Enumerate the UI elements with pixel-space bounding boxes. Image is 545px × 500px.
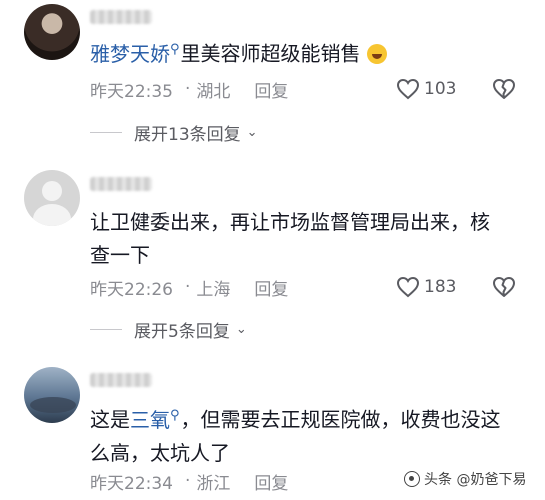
avatar[interactable] [24, 4, 80, 60]
comment-meta: 昨天22:26 · 上海 回复 183 [90, 273, 530, 301]
mention-link[interactable]: 三氧⚲ [130, 408, 181, 432]
avatar[interactable] [24, 367, 80, 423]
laugh-emoji-icon [366, 43, 387, 64]
username-blurred[interactable] [90, 177, 152, 191]
like-button[interactable]: 103 [396, 78, 456, 100]
timestamp: 昨天22:26 [90, 279, 173, 300]
mention-link[interactable]: 雅梦天娇⚲ [90, 42, 181, 66]
timestamp: 昨天22:35 [90, 81, 173, 102]
broken-heart-icon[interactable] [492, 78, 516, 100]
username-blurred[interactable] [90, 373, 152, 387]
reply-button[interactable]: 回复 [254, 275, 288, 300]
divider [90, 328, 122, 330]
username-blurred[interactable] [90, 10, 152, 24]
timestamp: 昨天22:34 [90, 473, 173, 494]
avatar[interactable] [24, 170, 80, 226]
location: 浙江 [196, 473, 231, 494]
like-count: 103 [424, 79, 457, 99]
toutiao-logo-icon [404, 471, 420, 487]
separator: · [185, 471, 191, 491]
comment-text: 雅梦天娇⚲里美容师超级能销售 [90, 33, 510, 71]
search-icon: ⚲ [170, 408, 180, 423]
default-avatar-head [42, 181, 62, 201]
expand-replies-button[interactable]: 展开13条回复 ⌄ [90, 120, 258, 145]
chevron-down-icon: ⌄ [246, 124, 258, 140]
comment-text: 这是三氧⚲，但需要去正规医院做，收费也没这么高，太坑人了 [90, 407, 501, 465]
like-button[interactable]: 183 [396, 276, 456, 298]
reply-button[interactable]: 回复 [254, 469, 288, 494]
comment-meta: 昨天22:35 · 湖北 回复 103 [90, 75, 530, 103]
separator: · [185, 277, 191, 297]
divider [90, 131, 122, 133]
avatar-landscape [30, 397, 76, 413]
heart-icon [396, 276, 420, 298]
location: 湖北 [196, 81, 231, 102]
reply-button[interactable]: 回复 [254, 77, 288, 102]
comment-text: 让卫健委出来，再让市场监督管理局出来，核查一下 [90, 210, 490, 267]
like-count: 183 [424, 277, 457, 297]
broken-heart-icon[interactable] [492, 276, 516, 298]
separator: · [185, 79, 191, 99]
watermark: 头条 @奶爸下易 [404, 469, 526, 489]
search-icon: ⚲ [170, 42, 180, 57]
default-avatar-body [33, 204, 71, 226]
heart-icon [396, 78, 420, 100]
location: 上海 [196, 279, 231, 300]
chevron-down-icon: ⌄ [235, 321, 247, 337]
expand-replies-button[interactable]: 展开5条回复 ⌄ [90, 317, 247, 342]
